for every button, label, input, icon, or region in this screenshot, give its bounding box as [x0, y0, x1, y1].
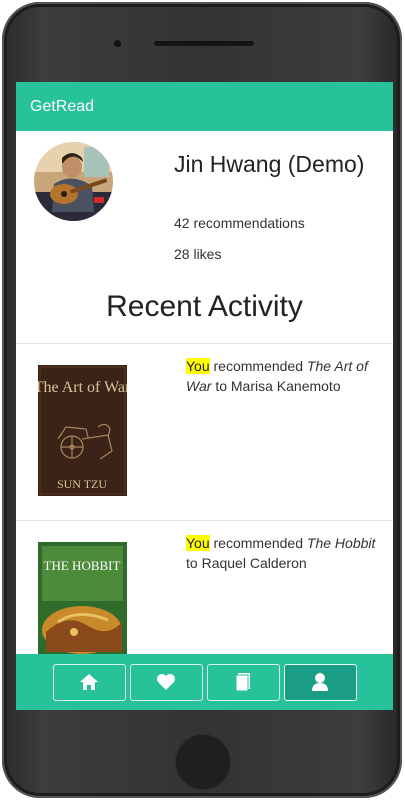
heart-icon	[157, 674, 175, 690]
activity-book-title[interactable]: The Hobbit	[307, 535, 375, 551]
cover-title-art-of-war: The Art of War	[38, 379, 127, 396]
cover-author-art-of-war: SUN TZU	[57, 477, 107, 491]
avatar	[34, 142, 113, 221]
activity-text: You recommended The Hobbit to Raquel Cal…	[186, 533, 386, 573]
activity-actor[interactable]: You	[186, 358, 210, 374]
section-title: Recent Activity	[106, 290, 303, 323]
app-bar: GetRead	[16, 82, 393, 131]
speaker	[154, 41, 254, 46]
activity-recipient[interactable]: Marisa Kanemoto	[231, 378, 341, 394]
bottom-tab-bar	[16, 654, 393, 710]
tab-likes[interactable]	[129, 663, 203, 701]
activity-verb: recommended	[213, 535, 304, 551]
activity-connector: to	[186, 555, 198, 571]
phone-frame: GetRead Jin Hwang (Demo) 42 recommendati…	[2, 2, 402, 798]
profile-name: Jin Hwang (Demo)	[174, 151, 365, 177]
book-cover-art-of-war[interactable]: The Art of War SUN TZU	[34, 365, 131, 496]
activity-text: You recommended The Art of War to Marisa…	[186, 356, 386, 396]
activity-actor[interactable]: You	[186, 535, 210, 551]
camera	[114, 40, 121, 47]
activity-connector: to	[215, 378, 227, 394]
home-icon	[80, 674, 98, 690]
cover-title-the-hobbit: THE HOBBIT	[44, 558, 121, 573]
activity-verb: recommended	[213, 358, 304, 374]
app-brand[interactable]: GetRead	[30, 98, 94, 116]
activity-item[interactable]: The Art of War SUN TZU You recommended T…	[16, 344, 393, 521]
tab-profile[interactable]	[283, 663, 357, 701]
likes-count: 28 likes	[174, 246, 222, 262]
book-icon	[235, 673, 250, 692]
user-icon	[312, 673, 328, 691]
activity-recipient[interactable]: Raquel Calderon	[202, 555, 307, 571]
profile-section: Jin Hwang (Demo) 42 recommendations 28 l…	[16, 131, 393, 273]
app-screen: GetRead Jin Hwang (Demo) 42 recommendati…	[16, 82, 393, 710]
hardware-home-button[interactable]	[175, 734, 231, 790]
recommendations-count: 42 recommendations	[174, 215, 305, 231]
tab-library[interactable]	[206, 663, 280, 701]
tab-home[interactable]	[52, 663, 126, 701]
